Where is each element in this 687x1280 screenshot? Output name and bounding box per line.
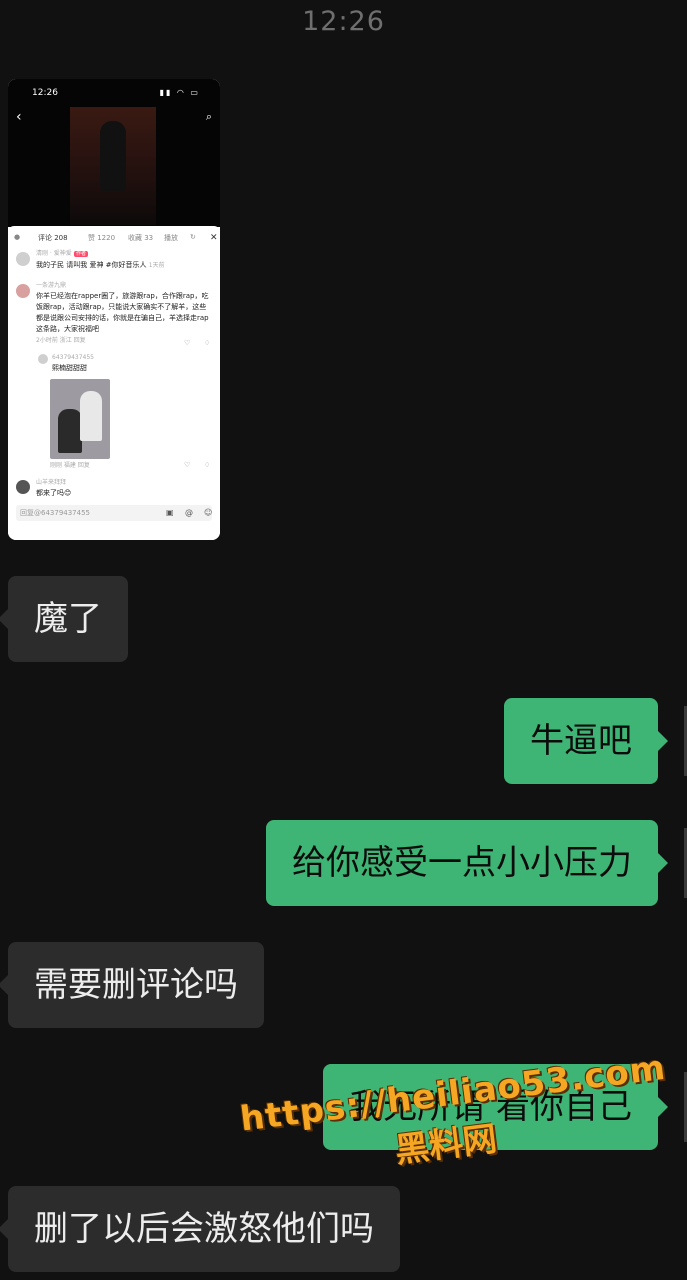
shared-screenshot-image[interactable]: 12:26 ▮▮ ◠ ▭ ‹ ⌕ ● 评论 208 赞 1220 收藏 33 播… [8,79,220,540]
image-icon: ▣ [166,508,174,517]
like-icon: ♡ [184,339,191,347]
reply-input: 回复@64379437455 ▣ @ ☺ [16,505,212,521]
author-badge: 作者 [73,251,88,257]
comment-tab-icon: ● [14,233,21,241]
dislike-icon: ♢ [204,461,211,469]
comment-user: 一条游九鼎 [36,282,67,289]
tab-favorites: 收藏 33 [128,234,154,242]
comment-meta: 刚刚 福建 回复 [50,462,90,469]
comment-meta: 2小时前 浙江 回复 [36,337,86,344]
close-icon: ✕ [210,233,218,243]
comment-photo [50,379,110,459]
comment-user: 64379437455 [52,354,94,361]
avatar [16,284,30,298]
avatar [16,480,30,494]
incoming-message[interactable]: 魔了 [0,576,128,662]
comment-tabs: ● 评论 208 赞 1220 收藏 33 播放 ↻ ✕ [14,233,218,247]
dislike-icon: ♢ [204,339,211,347]
comment-text: 我的子民 请叫我 爱神 #你好音乐人 [36,261,147,269]
outgoing-message[interactable]: 牛逼吧 [504,698,668,784]
incoming-message[interactable]: 需要删评论吗 [0,942,264,1028]
outgoing-message[interactable]: 给你感受一点小小压力 [266,820,668,906]
back-arrow-icon: ‹ [16,109,22,125]
avatar [16,252,30,266]
like-icon: ♡ [184,461,191,469]
comment-user: 清刚 · 爱神爱 [36,250,72,257]
video-frame: 12:26 ▮▮ ◠ ▭ ‹ ⌕ [8,79,220,227]
tab-comments: 评论 208 [38,234,68,242]
status-time: 12:26 [32,88,58,98]
search-icon: ⌕ [205,110,212,123]
watermark: https://heiliao53.com 黑料网 [238,1048,679,1220]
tab-likes: 赞 1220 [88,234,116,242]
comment-text: 熙楠甜甜甜 [52,364,87,372]
timestamp: 12:26 [302,6,385,37]
emoji-icon: ☺ [204,508,213,517]
tab-plays: 播放 [164,234,178,242]
mention-icon: @ [185,508,193,517]
comment-text: 你羊已经泡在rapper圈了，旅游跟rap，合作跟rap，吃饭跟rap，活动跟r… [36,292,209,333]
comment-user: 山羊来拜拜 [36,479,67,486]
comment-text: 都来了吗😊 [36,489,72,497]
refresh-icon: ↻ [190,233,196,241]
avatar [38,354,48,364]
signal-wifi-battery-icon: ▮▮ ◠ ▭ [159,88,200,97]
comment-meta: 1天前 [148,262,165,269]
